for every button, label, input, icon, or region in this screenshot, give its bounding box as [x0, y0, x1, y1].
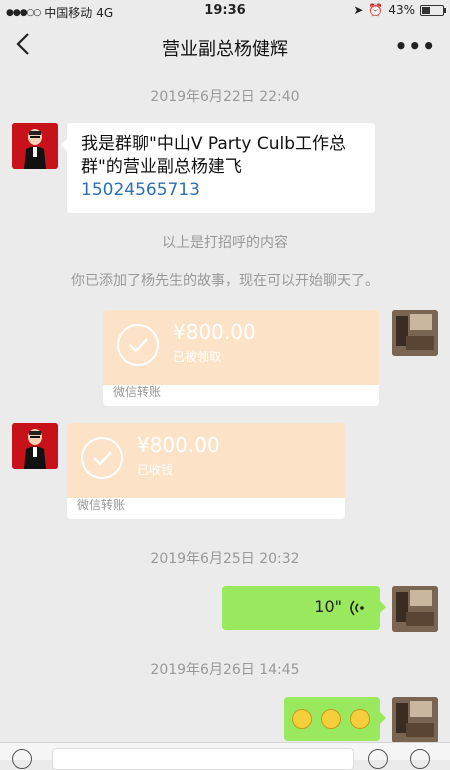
room-photo-icon: [392, 697, 438, 743]
system-message: 你已添加了杨先生的故事，现在可以开始聊天了。: [71, 273, 379, 289]
phone-link[interactable]: 15024565713: [81, 179, 361, 202]
message-input[interactable]: [52, 748, 354, 770]
emoji-icon: [292, 709, 312, 729]
timestamp: 2019年6月26日 14:45: [150, 662, 300, 678]
plus-icon[interactable]: [410, 749, 430, 769]
alarm-icon: ⏰: [368, 3, 384, 17]
emoji-icon: [350, 709, 370, 729]
transfer-amount: ¥800.00: [137, 433, 220, 457]
transfer-amount: ¥800.00: [173, 320, 256, 344]
check-circle-icon: [117, 324, 159, 366]
person-icon: [12, 123, 58, 169]
transfer-card[interactable]: ¥800.00 已收钱 微信转账: [67, 423, 345, 519]
input-bar: [0, 742, 450, 770]
my-avatar[interactable]: [392, 697, 438, 743]
my-avatar[interactable]: [392, 586, 438, 632]
chat-header: 营业副总杨健辉 •••: [0, 22, 450, 70]
transfer-card[interactable]: ¥800.00 已被领取 微信转账: [103, 310, 379, 406]
voice-duration: 10": [314, 597, 342, 616]
check-circle-icon: [81, 437, 123, 479]
my-avatar[interactable]: [392, 310, 438, 356]
voice-wave-icon: [350, 600, 364, 616]
status-bar: ●●●○○ 中国移动 4G 19:36 ➤ ⏰ 43%: [0, 0, 450, 22]
battery-icon: [420, 4, 446, 16]
contact-avatar[interactable]: [12, 423, 58, 469]
voice-message[interactable]: 10": [222, 586, 386, 630]
contact-avatar[interactable]: [12, 123, 58, 169]
transfer-status: 已收钱: [137, 463, 174, 477]
room-photo-icon: [392, 586, 438, 632]
voice-input-icon[interactable]: [12, 749, 32, 769]
message-text: 我是群聊"中山V Party Culb工作总群"的营业副总杨建飞: [81, 134, 347, 177]
status-right: ➤ ⏰ 43%: [353, 3, 446, 17]
location-icon: ➤: [353, 3, 364, 17]
room-photo-icon: [392, 310, 438, 356]
transfer-status: 已被领取: [173, 350, 222, 364]
timestamp: 2019年6月25日 20:32: [150, 551, 300, 567]
transfer-label: 微信转账: [77, 498, 126, 512]
emoji-picker-icon[interactable]: [368, 749, 388, 769]
emoji-message[interactable]: [284, 697, 386, 741]
message-bubble[interactable]: 我是群聊"中山V Party Culb工作总群"的营业副总杨建飞 1502456…: [61, 123, 375, 213]
timestamp: 2019年6月22日 22:40: [150, 89, 300, 105]
more-options-button[interactable]: •••: [395, 34, 436, 58]
battery-percent: 43%: [388, 3, 415, 17]
emoji-icon: [321, 709, 341, 729]
chat-title: 营业副总杨健辉: [162, 39, 288, 60]
transfer-label: 微信转账: [113, 385, 162, 399]
person-icon: [12, 423, 58, 469]
system-message: 以上是打招呼的内容: [162, 235, 288, 251]
